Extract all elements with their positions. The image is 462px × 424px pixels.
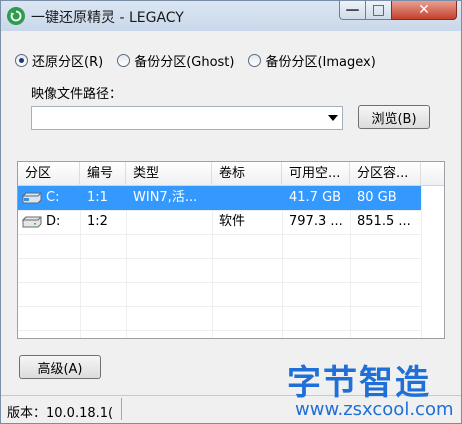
table-cell: 851.5 ... xyxy=(357,214,411,229)
browse-button[interactable]: 浏览(B) xyxy=(358,105,430,129)
maximize-icon: □ xyxy=(371,2,386,18)
table-cell: C: xyxy=(18,186,80,210)
drive-letter: D: xyxy=(46,214,61,229)
radio-backup-ghost[interactable]: 备份分区(Ghost) xyxy=(117,51,234,70)
radio-label: 备份分区(Imagex) xyxy=(265,55,376,70)
grid-line xyxy=(18,306,421,307)
table-cell: 797.3 ... xyxy=(289,214,343,229)
watermark-url: www.zsxcool.com xyxy=(295,399,454,420)
main-window: 一键还原精灵 - LEGACY — □ ✕ 还原分区(R) 备份分区(Ghost… xyxy=(0,0,462,424)
image-path-combobox[interactable] xyxy=(31,106,343,130)
minimize-icon: — xyxy=(345,2,360,18)
advanced-button[interactable]: 高级(A) xyxy=(19,355,101,379)
radio-backup-imagex[interactable]: 备份分区(Imagex) xyxy=(248,51,376,70)
app-recovery-icon xyxy=(7,7,25,25)
column-header-capacity[interactable]: 分区容... xyxy=(350,162,421,186)
table-cell: 1:2 xyxy=(87,214,108,229)
radio-label: 备份分区(Ghost) xyxy=(134,55,235,70)
table-cell xyxy=(212,186,282,210)
mode-radio-group: 还原分区(R) 备份分区(Ghost) 备份分区(Imagex) xyxy=(15,51,390,70)
column-header-label[interactable]: 卷标 xyxy=(212,162,282,186)
column-header-number[interactable]: 编号 xyxy=(80,162,126,186)
table-cell xyxy=(126,210,212,234)
table-cell: 软件 xyxy=(219,214,246,229)
radio-button-icon[interactable] xyxy=(117,54,131,67)
watermark-logo-text: 字节智造 xyxy=(287,363,431,403)
grid-line xyxy=(18,258,421,259)
title-bar[interactable]: 一键还原精灵 - LEGACY — □ ✕ xyxy=(1,1,461,31)
dropdown-arrow-icon[interactable] xyxy=(328,115,338,121)
table-cell: 41.7 GB xyxy=(289,190,342,205)
table-cell: D: xyxy=(18,210,80,234)
minimize-button[interactable]: — xyxy=(339,1,366,20)
table-cell: 80 GB xyxy=(357,190,397,205)
table-cell: 1:1 xyxy=(87,190,108,205)
status-separator xyxy=(121,398,122,420)
partition-table: 分区 编号 类型 卷标 可用空... 分区容... C: 1:1 WIN7,活.… xyxy=(17,161,445,339)
radio-restore-partition[interactable]: 还原分区(R) xyxy=(15,51,103,70)
image-path-label: 映像文件路径： xyxy=(31,87,123,102)
close-icon: ✕ xyxy=(418,2,430,18)
column-header-free-space[interactable]: 可用空... xyxy=(282,162,350,186)
column-header-type[interactable]: 类型 xyxy=(126,162,212,186)
table-cell: WIN7,活... xyxy=(133,190,198,205)
version-text: 版本：10.0.18.1( xyxy=(7,406,114,421)
radio-button-icon[interactable] xyxy=(248,54,262,67)
table-header: 分区 编号 类型 卷标 可用空... 分区容... xyxy=(18,162,444,186)
grid-line xyxy=(421,186,422,338)
grid-line xyxy=(18,234,421,235)
hard-drive-icon xyxy=(22,216,42,227)
table-row[interactable]: C: 1:1 WIN7,活... 41.7 GB 80 GB xyxy=(18,186,421,210)
close-button[interactable]: ✕ xyxy=(391,1,457,20)
system-drive-icon xyxy=(22,192,42,203)
grid-line xyxy=(18,330,421,331)
window-title: 一键还原精灵 - LEGACY xyxy=(31,10,184,26)
radio-label: 还原分区(R) xyxy=(32,55,104,70)
radio-button-icon[interactable] xyxy=(15,54,28,67)
table-row[interactable]: D: 1:2 软件 797.3 ... 851.5 ... xyxy=(18,210,421,234)
maximize-button[interactable]: □ xyxy=(365,1,392,20)
column-header-partition[interactable]: 分区 xyxy=(18,162,80,186)
grid-line xyxy=(18,282,421,283)
drive-letter: C: xyxy=(46,190,60,205)
